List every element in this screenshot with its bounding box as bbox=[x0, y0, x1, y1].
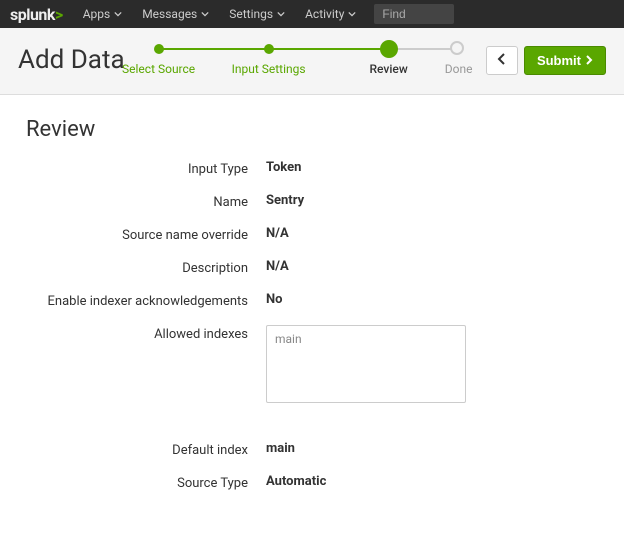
review-label: Allowed indexes bbox=[26, 325, 266, 342]
chevron-down-icon bbox=[201, 7, 209, 21]
chevron-down-icon bbox=[348, 7, 356, 21]
wizard-tracker: Select Source Input Settings Review Done bbox=[159, 40, 460, 80]
chevron-down-icon bbox=[114, 7, 122, 21]
review-label: Enable indexer acknowledgements bbox=[26, 292, 266, 309]
top-nav: splunk> Apps Messages Settings Activity bbox=[0, 0, 624, 28]
section-title: Review bbox=[26, 117, 598, 142]
review-row: Enable indexer acknowledgements No bbox=[26, 292, 598, 309]
review-row: Source Type Automatic bbox=[26, 474, 598, 491]
review-value: Sentry bbox=[266, 193, 304, 208]
search-input[interactable] bbox=[374, 4, 454, 24]
content-area: Review Input Type Token Name Sentry Sour… bbox=[0, 95, 624, 529]
review-value: Token bbox=[266, 160, 301, 175]
review-label: Source Type bbox=[26, 474, 266, 491]
nav-label: Messages bbox=[142, 7, 197, 21]
nav-messages[interactable]: Messages bbox=[132, 0, 219, 28]
step-review: Review bbox=[369, 62, 407, 76]
review-row: Name Sentry bbox=[26, 193, 598, 210]
submit-label: Submit bbox=[537, 53, 581, 68]
step-done: Done bbox=[445, 62, 473, 76]
review-label: Input Type bbox=[26, 160, 266, 177]
brand-logo: splunk> bbox=[10, 5, 63, 24]
chevron-down-icon bbox=[277, 7, 285, 21]
review-value: main bbox=[266, 441, 295, 456]
review-label: Source name override bbox=[26, 226, 266, 243]
review-row-allowed-indexes: Allowed indexes bbox=[26, 325, 598, 407]
review-value: N/A bbox=[266, 259, 289, 274]
review-row: Input Type Token bbox=[26, 160, 598, 177]
chevron-right-icon bbox=[585, 53, 593, 68]
nav-settings[interactable]: Settings bbox=[219, 0, 295, 28]
page-title: Add Data bbox=[18, 45, 125, 75]
nav-label: Apps bbox=[83, 7, 111, 21]
nav-apps[interactable]: Apps bbox=[73, 0, 133, 28]
wizard-header: Add Data Select Source Input Settings Re… bbox=[0, 28, 624, 95]
review-value: No bbox=[266, 292, 283, 307]
nav-label: Settings bbox=[229, 7, 273, 21]
allowed-indexes-box[interactable] bbox=[266, 325, 466, 403]
review-value: Automatic bbox=[266, 474, 326, 489]
step-input-settings: Input Settings bbox=[232, 62, 306, 76]
review-value: N/A bbox=[266, 226, 289, 241]
chevron-left-icon bbox=[497, 53, 507, 68]
step-select-source: Select Source bbox=[122, 62, 195, 76]
review-label: Description bbox=[26, 259, 266, 276]
nav-label: Activity bbox=[305, 7, 344, 21]
submit-button[interactable]: Submit bbox=[524, 46, 606, 75]
review-label: Name bbox=[26, 193, 266, 210]
nav-activity[interactable]: Activity bbox=[295, 0, 366, 28]
review-label: Default index bbox=[26, 441, 266, 458]
review-row: Default index main bbox=[26, 441, 598, 458]
review-row: Source name override N/A bbox=[26, 226, 598, 243]
review-row: Description N/A bbox=[26, 259, 598, 276]
back-button[interactable] bbox=[486, 46, 518, 75]
